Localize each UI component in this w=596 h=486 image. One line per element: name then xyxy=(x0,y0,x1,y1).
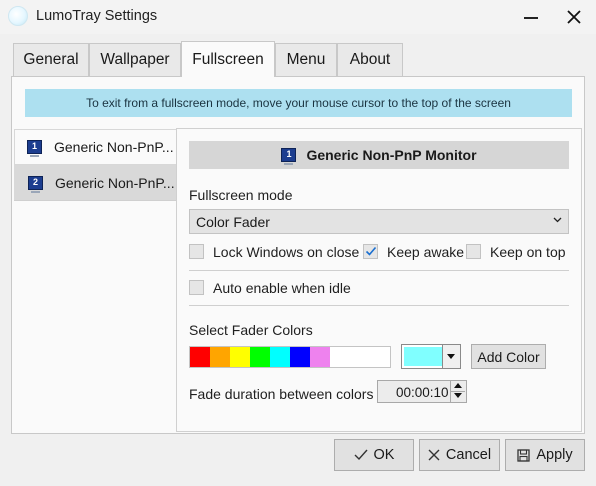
fullscreen-mode-select[interactable]: Color Fader xyxy=(189,209,569,234)
fullscreen-mode-label: Fullscreen mode xyxy=(189,187,293,203)
keep-awake-checkbox[interactable] xyxy=(363,244,378,259)
lock-windows-checkbox[interactable] xyxy=(189,244,204,259)
tab-menu[interactable]: Menu xyxy=(275,43,337,76)
monitor-list-item-1[interactable]: 1 Generic Non-PnP... xyxy=(14,129,177,165)
color-dropdown-arrow-icon[interactable] xyxy=(442,345,460,368)
duration-spinner xyxy=(450,381,466,402)
monitor-list: 1 Generic Non-PnP... 2 Generic Non-PnP..… xyxy=(14,128,177,432)
lock-windows-label: Lock Windows on close xyxy=(213,244,360,260)
close-icon xyxy=(428,449,440,461)
keep-on-top-checkbox[interactable] xyxy=(466,244,481,259)
monitor-list-label: Generic Non-PnP... xyxy=(55,174,175,191)
monitor-icon: 2 xyxy=(28,175,43,193)
separator xyxy=(189,270,569,271)
info-banner: To exit from a fullscreen mode, move you… xyxy=(25,89,572,117)
fader-color-swatch[interactable] xyxy=(310,347,330,367)
minimize-icon[interactable] xyxy=(518,5,544,29)
spin-down-icon[interactable] xyxy=(451,391,465,401)
monitor-header: 1 Generic Non-PnP Monitor xyxy=(189,141,569,169)
monitor-list-item-2[interactable]: 2 Generic Non-PnP... xyxy=(14,165,177,201)
tab-wallpaper[interactable]: Wallpaper xyxy=(89,43,181,76)
fader-color-swatch[interactable] xyxy=(290,347,310,367)
fader-color-swatch[interactable] xyxy=(230,347,250,367)
monitor-icon: 1 xyxy=(281,148,297,165)
fader-color-swatch[interactable] xyxy=(250,347,270,367)
fader-colors-label: Select Fader Colors xyxy=(189,322,313,338)
fade-duration-value: 00:00:10 xyxy=(396,385,449,400)
monitor-list-label: Generic Non-PnP... xyxy=(54,139,174,155)
tab-general[interactable]: General xyxy=(13,43,89,76)
cancel-button[interactable]: Cancel xyxy=(419,439,500,471)
separator xyxy=(189,305,569,306)
apply-label: Apply xyxy=(536,447,573,463)
keep-awake-label: Keep awake xyxy=(387,244,465,260)
checkmark-icon xyxy=(365,246,377,256)
window-title: LumoTray Settings xyxy=(36,8,158,24)
ok-button[interactable]: OK xyxy=(334,439,414,471)
fullscreen-mode-value: Color Fader xyxy=(196,213,270,230)
monitor-name: Generic Non-PnP Monitor xyxy=(306,147,477,163)
add-color-button[interactable]: Add Color xyxy=(471,344,546,369)
color-picker[interactable] xyxy=(401,344,461,369)
monitor-icon: 1 xyxy=(27,140,42,157)
ok-label: OK xyxy=(373,447,395,463)
fade-duration-label: Fade duration between colors xyxy=(189,386,374,402)
checkmark-icon xyxy=(354,449,368,461)
fader-color-swatch[interactable] xyxy=(270,347,290,367)
apply-button[interactable]: Apply xyxy=(505,439,585,471)
app-icon xyxy=(8,6,28,26)
save-icon xyxy=(517,448,531,462)
fader-color-swatch[interactable] xyxy=(190,347,210,367)
chevron-down-icon xyxy=(553,217,562,223)
keep-on-top-label: Keep on top xyxy=(490,244,566,260)
color-preview-swatch xyxy=(404,347,442,366)
auto-enable-label: Auto enable when idle xyxy=(213,280,351,296)
tab-fullscreen[interactable]: Fullscreen xyxy=(181,41,275,77)
fader-color-swatch[interactable] xyxy=(210,347,230,367)
auto-enable-checkbox[interactable] xyxy=(189,280,204,295)
close-icon[interactable] xyxy=(561,5,587,29)
fade-duration-input[interactable]: 00:00:10 xyxy=(377,380,467,403)
fader-color-swatches xyxy=(189,346,391,368)
tab-about[interactable]: About xyxy=(337,43,403,76)
cancel-label: Cancel xyxy=(445,447,492,463)
